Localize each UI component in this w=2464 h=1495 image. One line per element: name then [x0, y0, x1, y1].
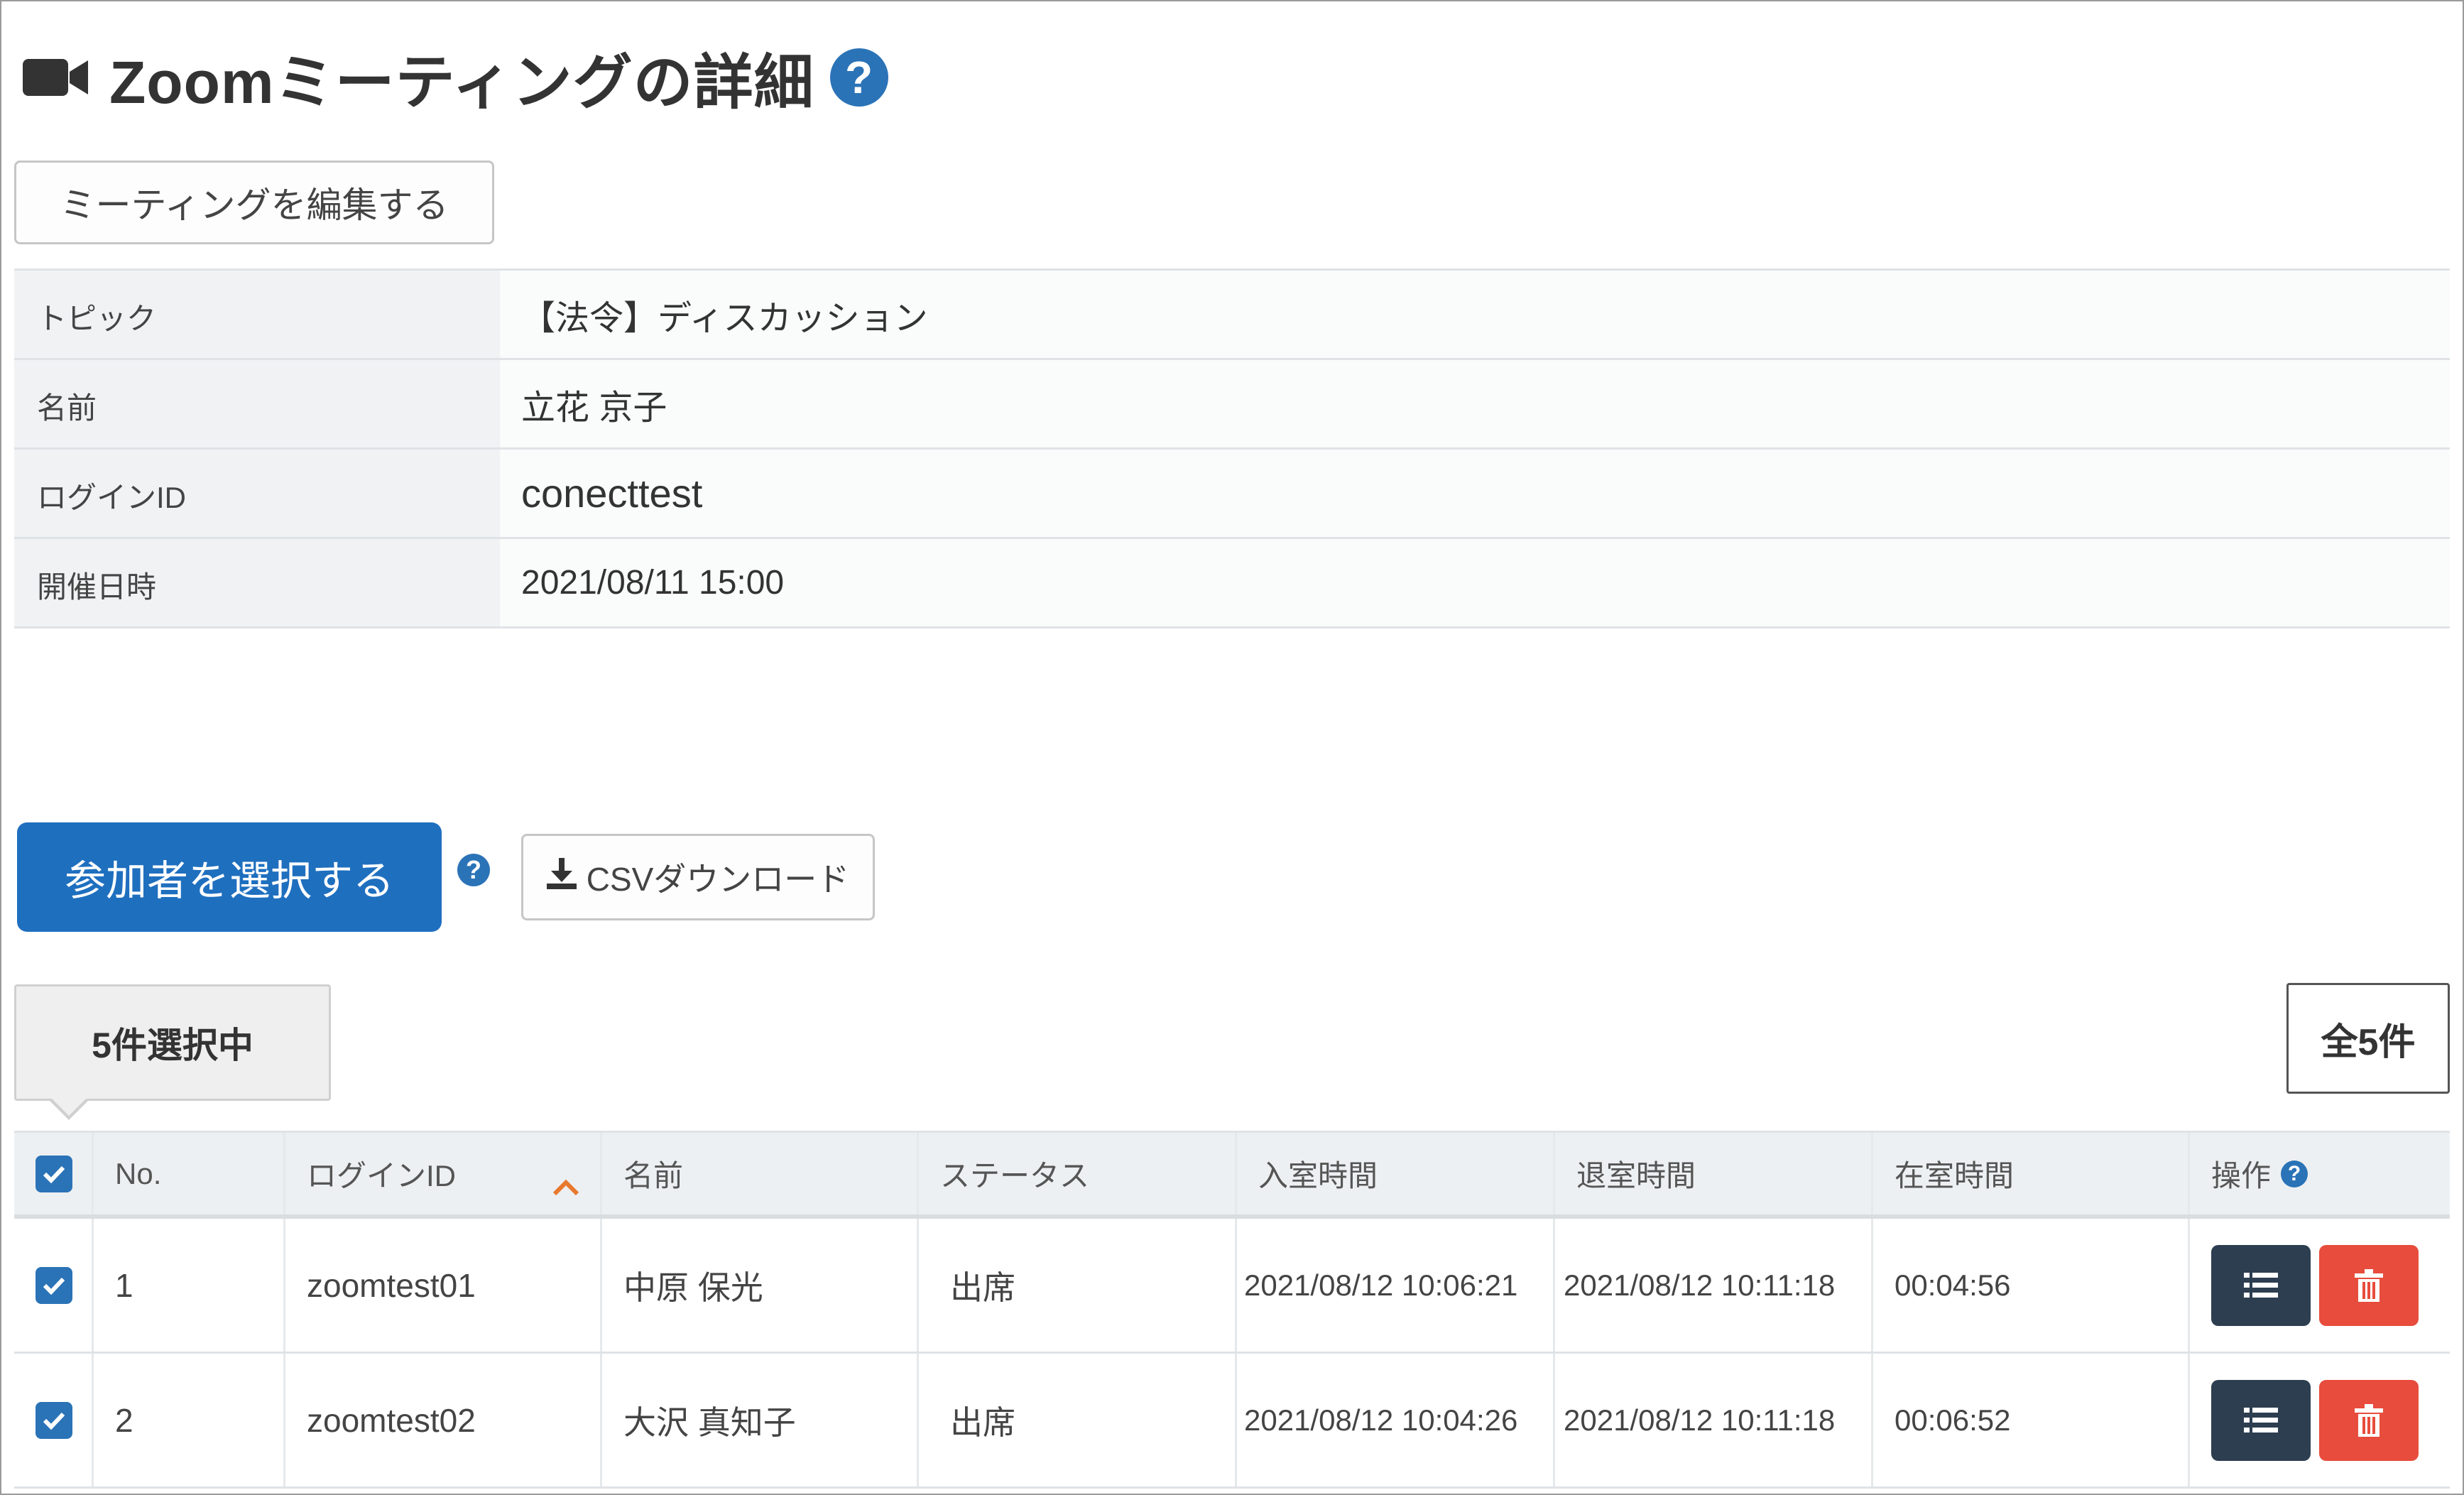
- chevron-up-icon[interactable]: [552, 1170, 580, 1204]
- row-select-cell: [14, 1219, 94, 1352]
- detail-value: 立花 京子: [500, 360, 2450, 447]
- column-header-enter-time[interactable]: 入室時間: [1237, 1133, 1555, 1214]
- column-header-status[interactable]: ステータス: [919, 1133, 1237, 1214]
- detail-list-button[interactable]: [2211, 1244, 2311, 1326]
- participants-table: No. ログインID 名前 ステータス 入室時間 退室時間 在室時間 操作 ?: [14, 1131, 2450, 1489]
- column-header-no[interactable]: No.: [94, 1133, 285, 1214]
- cell-duration: 00:04:56: [1873, 1219, 2190, 1352]
- question-circle-icon[interactable]: ?: [829, 48, 888, 107]
- cell-exit-time: 2021/08/12 10:11:18: [1555, 1219, 1873, 1352]
- select-participants-button[interactable]: 参加者を選択する: [17, 822, 442, 932]
- select-all-checkbox[interactable]: [36, 1155, 72, 1192]
- video-camera-icon: [23, 56, 88, 99]
- page-title: Zoomミーティングの詳細: [109, 48, 814, 116]
- detail-label: 開催日時: [14, 539, 500, 626]
- cell-actions: [2190, 1219, 2450, 1352]
- column-header-duration[interactable]: 在室時間: [1873, 1133, 2190, 1214]
- delete-button[interactable]: [2319, 1379, 2419, 1461]
- selected-count-badge: 5件選択中: [14, 984, 331, 1120]
- row-select-cell: [14, 1354, 94, 1486]
- detail-label: トピック: [14, 271, 500, 358]
- column-header-label: 入室時間: [1258, 1159, 1378, 1192]
- column-header-label: 操作: [2211, 1159, 2272, 1192]
- question-circle-icon[interactable]: ?: [2281, 1160, 2308, 1187]
- detail-value: 【法令】ディスカッション: [500, 271, 2450, 358]
- cell-login-id: zoomtest02: [285, 1354, 602, 1486]
- table-header-row: No. ログインID 名前 ステータス 入室時間 退室時間 在室時間 操作 ?: [14, 1131, 2450, 1219]
- meeting-details-table: トピック 【法令】ディスカッション 名前 立花 京子 ログインID conect…: [14, 268, 2450, 629]
- checkbox-checked-icon: [43, 1412, 65, 1430]
- cell-exit-time: 2021/08/12 10:11:18: [1555, 1354, 1873, 1486]
- list-icon: [2244, 1272, 2278, 1298]
- table-row: 2 zoomtest02 大沢 真知子 出席 2021/08/12 10:04:…: [14, 1354, 2450, 1489]
- detail-row-name: 名前 立花 京子: [14, 360, 2450, 450]
- trash-icon: [2355, 1268, 2383, 1302]
- title-row: Zoomミーティングの詳細 ?: [23, 38, 888, 116]
- cell-no: 2: [94, 1354, 285, 1486]
- cell-duration: 00:06:52: [1873, 1354, 2190, 1486]
- checkbox-checked-icon: [43, 1277, 65, 1295]
- detail-row-login-id: ログインID conecttest: [14, 450, 2450, 539]
- detail-value: conecttest: [500, 450, 2450, 537]
- table-row: 1 zoomtest01 中原 保光 出席 2021/08/12 10:06:2…: [14, 1219, 2450, 1354]
- cell-status: 出席: [919, 1354, 1237, 1486]
- cell-enter-time: 2021/08/12 10:04:26: [1237, 1354, 1555, 1486]
- page-frame: Zoomミーティングの詳細 ? ミーティングを編集する トピック 【法令】ディス…: [0, 0, 2464, 1495]
- checkbox-checked-icon: [43, 1165, 65, 1183]
- cell-login-id: zoomtest01: [285, 1219, 602, 1352]
- delete-button[interactable]: [2319, 1244, 2419, 1326]
- column-header-login-id[interactable]: ログインID: [285, 1133, 602, 1214]
- cell-actions: [2190, 1354, 2450, 1486]
- cell-no: 1: [94, 1219, 285, 1352]
- column-header-name[interactable]: 名前: [602, 1133, 919, 1214]
- row-checkbox[interactable]: [36, 1401, 72, 1439]
- detail-value: 2021/08/11 15:00: [500, 539, 2450, 626]
- cell-name: 大沢 真知子: [602, 1354, 919, 1486]
- select-all-cell: [14, 1133, 94, 1214]
- column-header-actions: 操作 ?: [2190, 1133, 2450, 1214]
- detail-row-topic: トピック 【法令】ディスカッション: [14, 271, 2450, 360]
- detail-label: ログインID: [14, 450, 500, 537]
- edit-meeting-button[interactable]: ミーティングを編集する: [14, 161, 494, 244]
- detail-list-button[interactable]: [2211, 1379, 2311, 1461]
- list-icon: [2244, 1407, 2278, 1433]
- cell-enter-time: 2021/08/12 10:06:21: [1237, 1219, 1555, 1352]
- csv-download-button[interactable]: CSVダウンロード: [521, 834, 875, 920]
- total-count-badge: 全5件: [2286, 983, 2450, 1094]
- detail-row-datetime: 開催日時 2021/08/11 15:00: [14, 539, 2450, 629]
- detail-label: 名前: [14, 360, 500, 447]
- csv-download-label: CSVダウンロード: [586, 861, 850, 898]
- cell-name: 中原 保光: [602, 1219, 919, 1352]
- trash-icon: [2355, 1403, 2383, 1437]
- column-header-label: 退室時間: [1576, 1159, 1696, 1192]
- row-checkbox[interactable]: [36, 1266, 72, 1304]
- question-circle-icon[interactable]: ?: [457, 854, 490, 886]
- cell-status: 出席: [919, 1219, 1237, 1352]
- column-header-label: ログインID: [307, 1159, 457, 1192]
- column-header-exit-time[interactable]: 退室時間: [1555, 1133, 1873, 1214]
- download-icon: [546, 857, 577, 897]
